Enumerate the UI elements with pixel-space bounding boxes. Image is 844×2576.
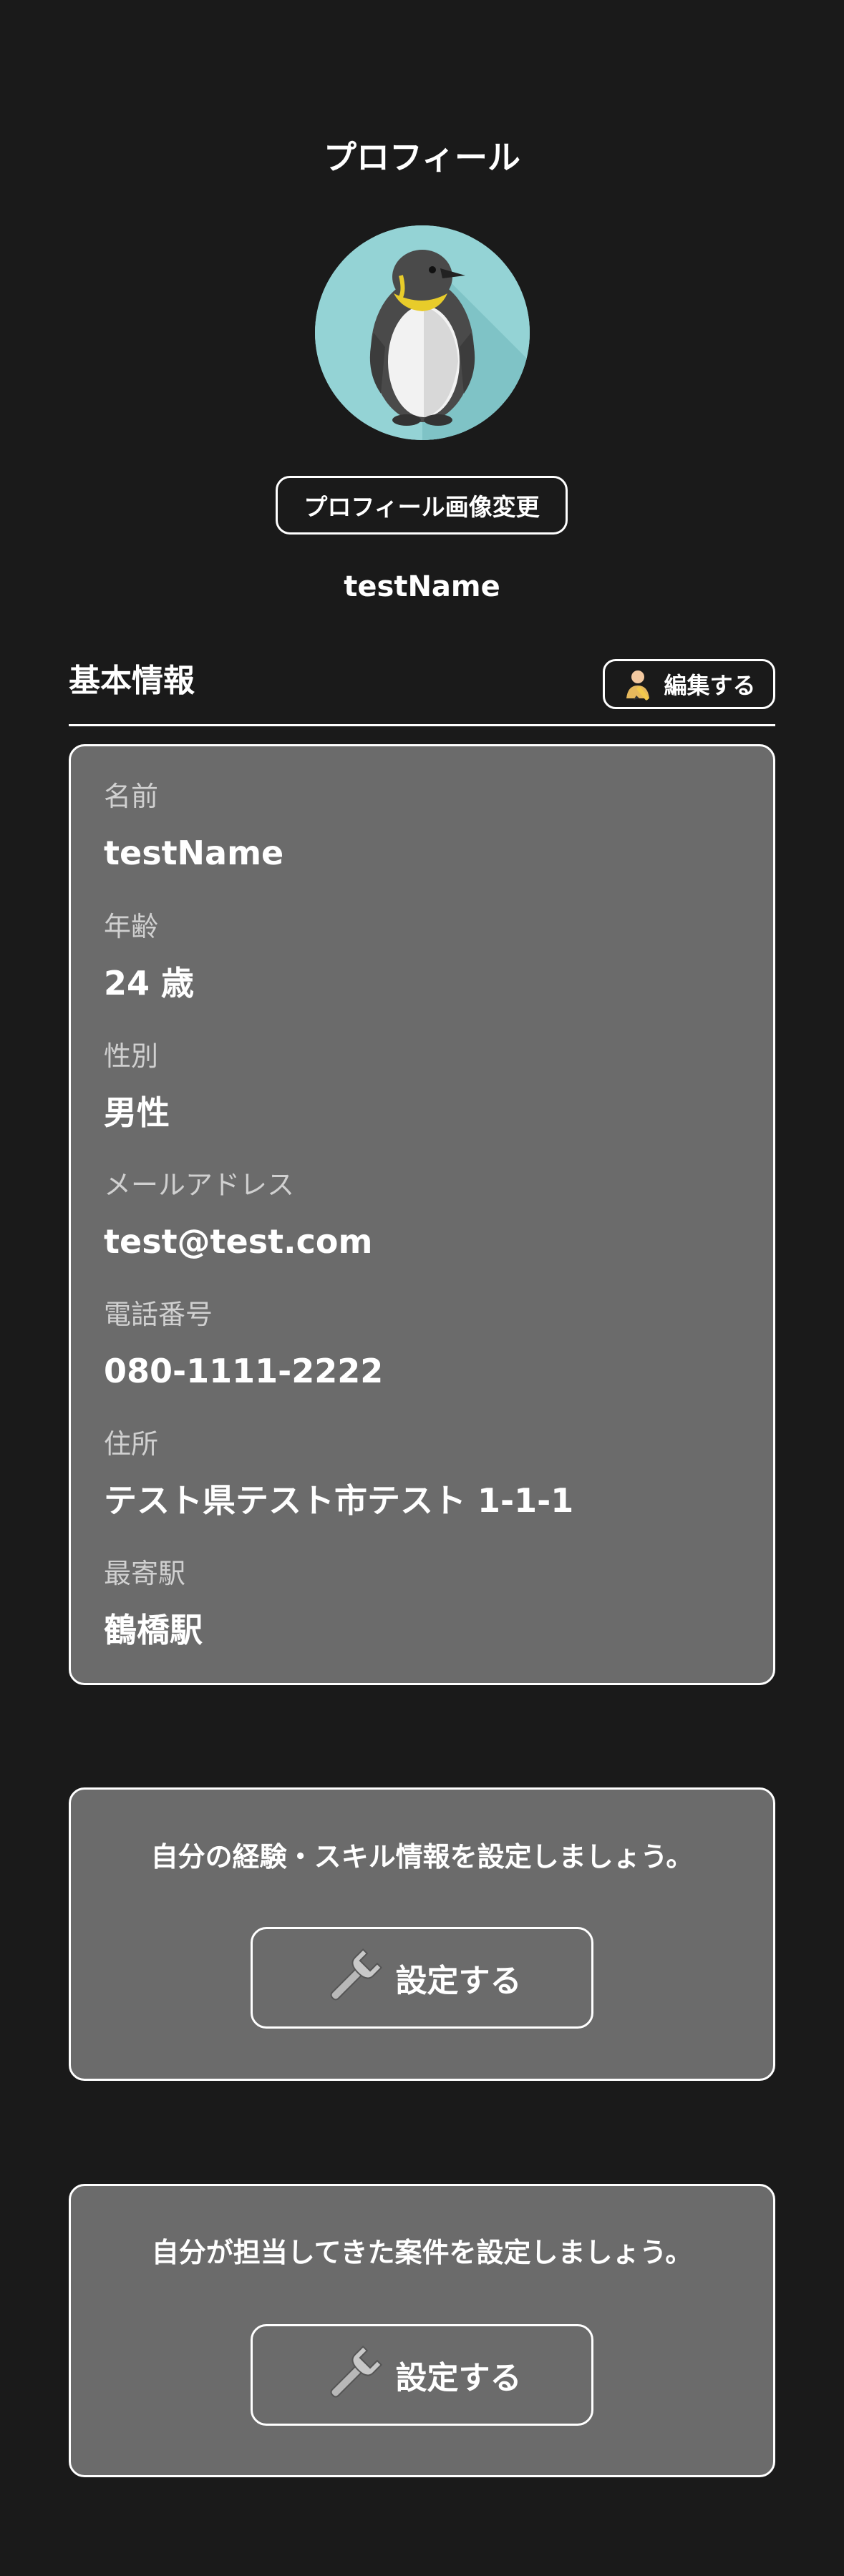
projects-setup-label: 設定する — [395, 2360, 522, 2396]
field-label-age: 年齢 — [104, 911, 159, 942]
field-value-gender: 男性 — [104, 1093, 170, 1132]
person-edit-icon — [626, 670, 650, 701]
field-value-name: testName — [104, 834, 284, 872]
field-value-station: 鶴橋駅 — [104, 1611, 203, 1649]
profile-username: testName — [344, 570, 500, 603]
wrench-icon — [330, 1948, 382, 2001]
field-label-email: メールアドレス — [104, 1169, 295, 1201]
section-divider — [69, 724, 775, 726]
field-label-address: 住所 — [104, 1428, 159, 1460]
profile-avatar — [315, 225, 530, 440]
edit-basic-info-button[interactable]: 編集する — [603, 659, 775, 709]
change-profile-image-button[interactable]: プロフィール画像変更 — [276, 476, 568, 535]
field-label-phone: 電話番号 — [104, 1299, 213, 1330]
projects-message: 自分が担当してきた案件を設定しましょう。 — [151, 2237, 693, 2268]
projects-setup-button[interactable]: 設定する — [251, 2324, 593, 2426]
edit-button-label: 編集する — [664, 672, 756, 699]
penguin-avatar-icon — [315, 225, 530, 440]
skills-setup-button[interactable]: 設定する — [251, 1927, 593, 2029]
basic-info-title: 基本情報 — [69, 663, 195, 699]
field-label-name: 名前 — [104, 781, 159, 812]
field-label-gender: 性別 — [104, 1040, 159, 1072]
field-value-address: テスト県テスト市テスト 1-1-1 — [104, 1481, 574, 1520]
field-value-phone: 080-1111-2222 — [104, 1352, 384, 1390]
wrench-icon — [330, 2345, 382, 2398]
field-value-age: 24 歳 — [104, 964, 195, 1002]
field-label-station: 最寄駅 — [104, 1558, 186, 1589]
page-title: プロフィール — [323, 138, 521, 177]
field-value-email: test@test.com — [104, 1222, 373, 1261]
basic-info-card — [69, 744, 775, 1685]
skills-setup-label: 設定する — [395, 1963, 522, 1999]
skills-message: 自分の経験・スキル情報を設定しましょう。 — [150, 1841, 694, 1873]
